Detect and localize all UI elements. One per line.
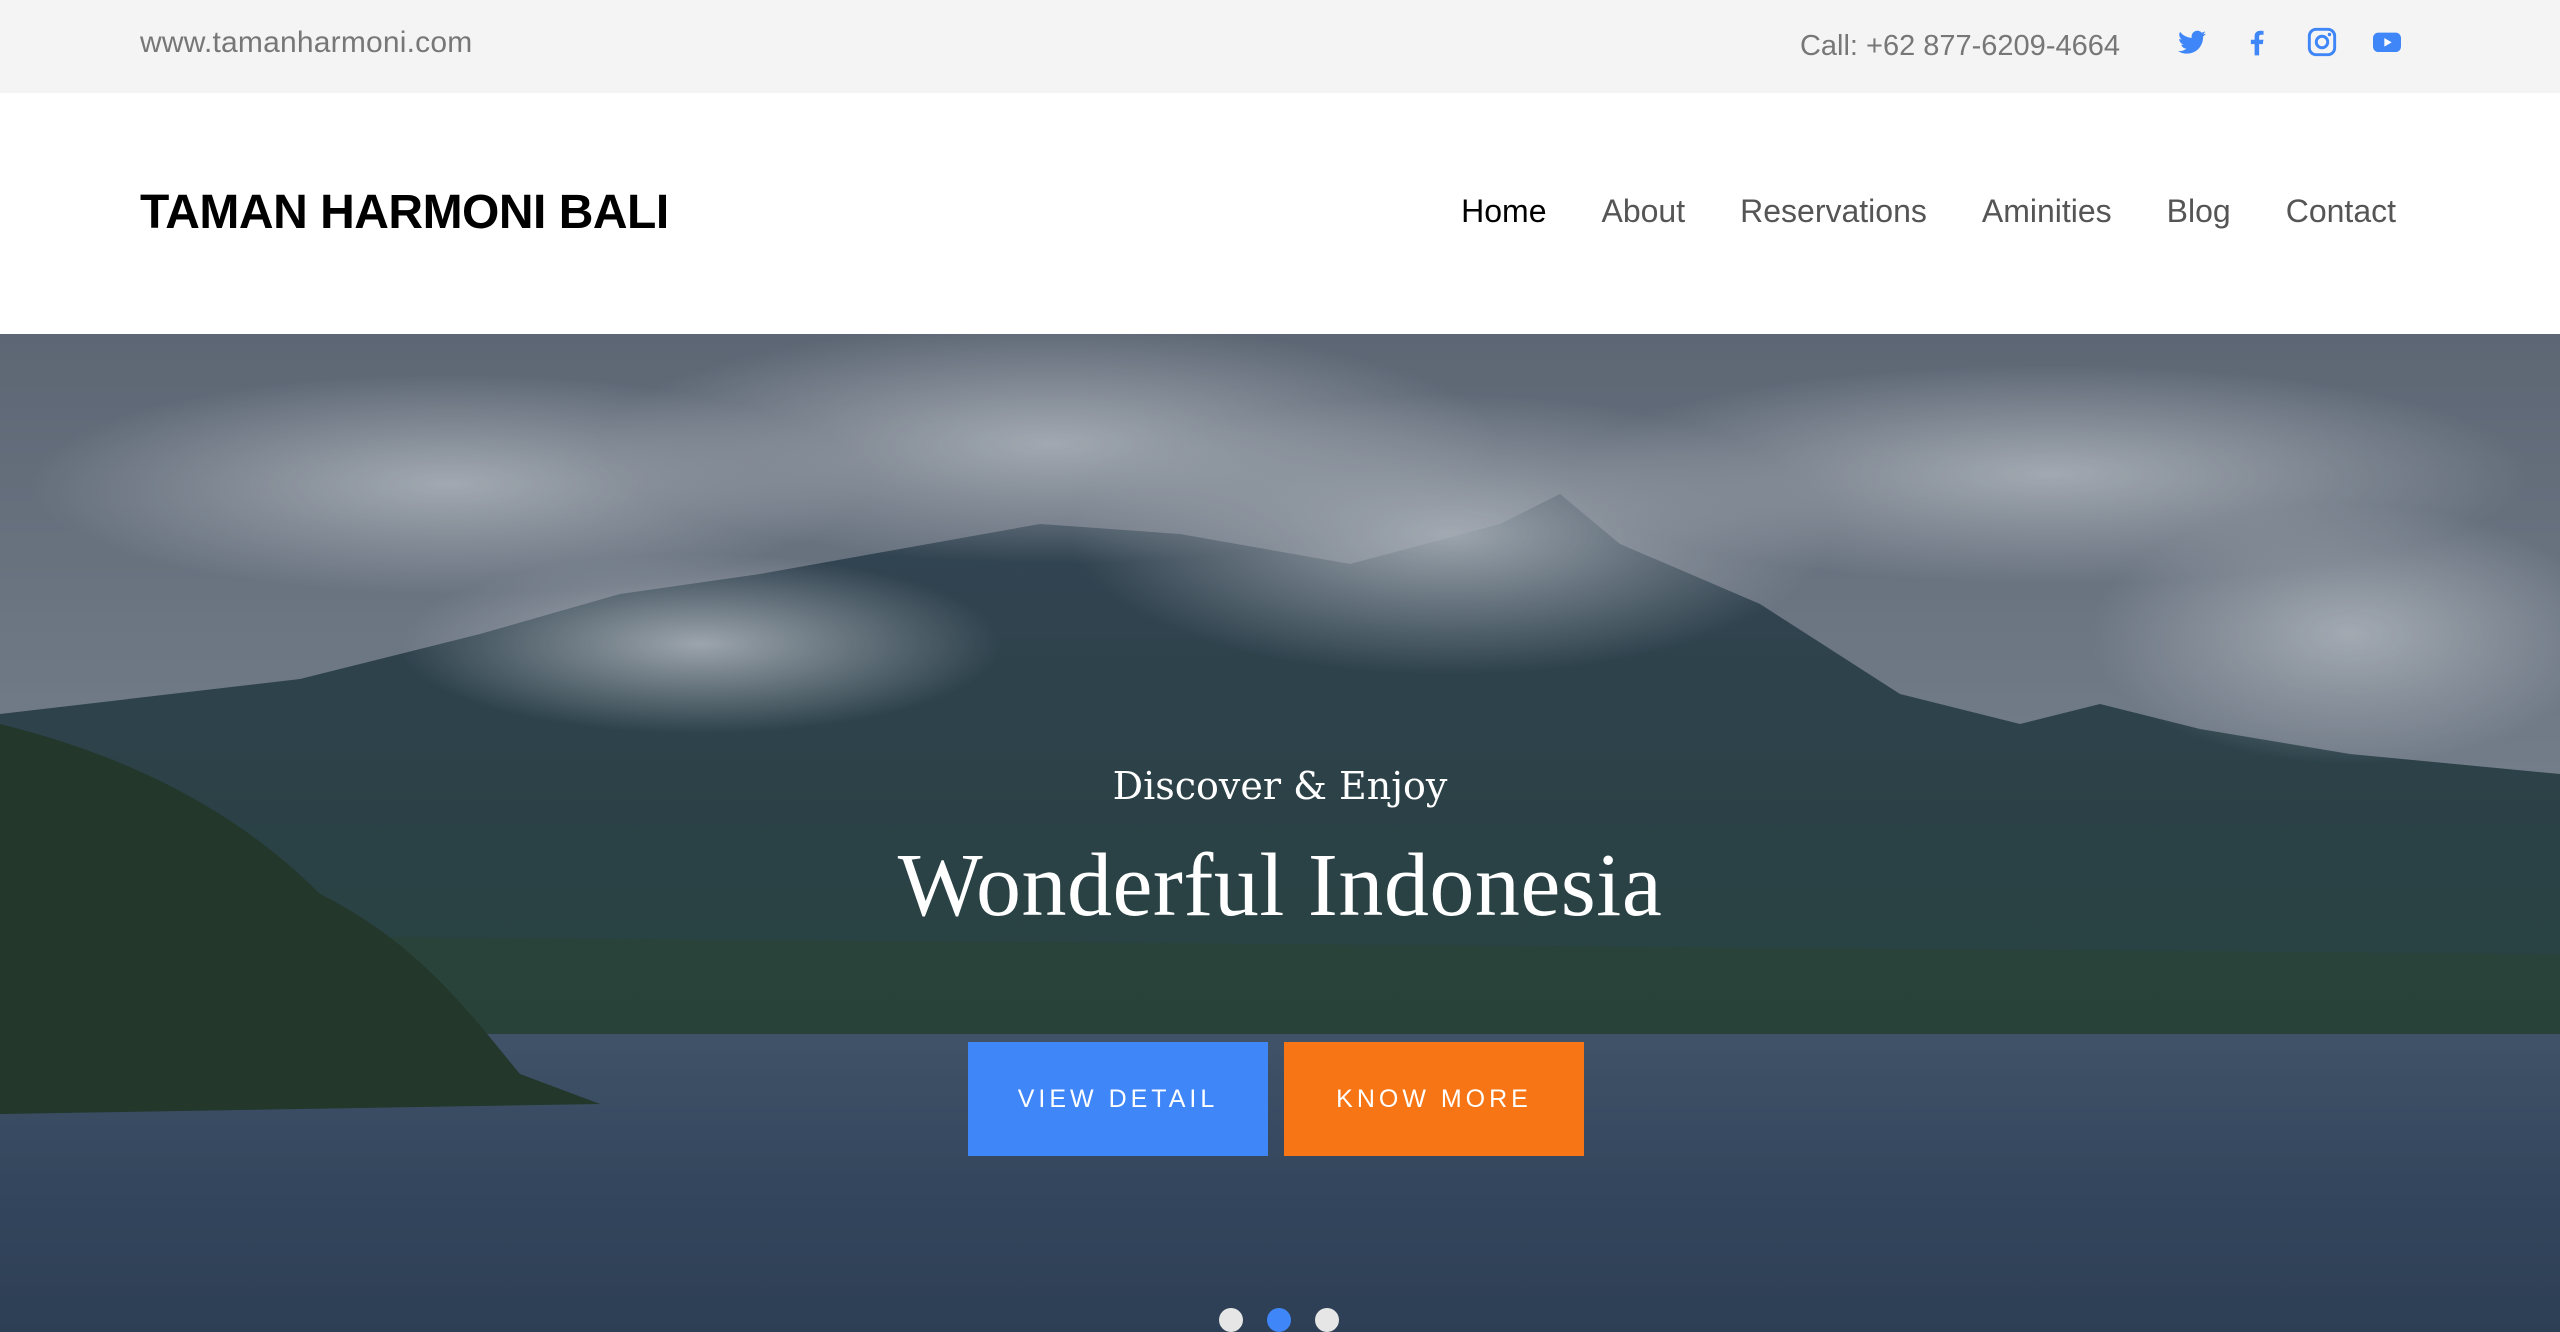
nav-item-contact[interactable]: Contact [2286, 193, 2396, 230]
youtube-icon[interactable] [2371, 26, 2403, 58]
nav-item-blog[interactable]: Blog [2167, 193, 2231, 230]
nav-item-about[interactable]: About [1601, 193, 1685, 230]
view-detail-button[interactable]: VIEW DETAIL [968, 1042, 1268, 1156]
hero-overlay [0, 334, 2560, 1332]
site-url[interactable]: www.tamanharmoni.com [140, 26, 472, 60]
twitter-icon[interactable] [2176, 26, 2208, 58]
hero-subtitle: Discover & Enjoy [1112, 764, 1448, 808]
instagram-icon[interactable] [2306, 26, 2338, 58]
hero-slider: Discover & Enjoy Wonderful Indonesia VIE… [0, 334, 2560, 1332]
phone-number[interactable]: Call: +62 877-6209-4664 [1800, 30, 2120, 63]
main-nav: Home About Reservations Aminities Blog C… [1461, 193, 2396, 230]
top-bar: www.tamanharmoni.com Call: +62 877-6209-… [0, 0, 2560, 93]
facebook-icon[interactable] [2241, 26, 2273, 58]
nav-item-reservations[interactable]: Reservations [1740, 193, 1927, 230]
slider-dot-1[interactable] [1219, 1308, 1243, 1332]
slider-pagination [1219, 1308, 1339, 1332]
social-links [2176, 26, 2403, 58]
nav-item-aminities[interactable]: Aminities [1982, 193, 2112, 230]
slider-dot-2[interactable] [1267, 1308, 1291, 1332]
hero-title: Wonderful Indonesia [897, 836, 1663, 935]
slider-dot-3[interactable] [1315, 1308, 1339, 1332]
nav-item-home[interactable]: Home [1461, 193, 1546, 230]
main-header: TAMAN HARMONI BALI Home About Reservatio… [0, 93, 2560, 334]
know-more-button[interactable]: KNOW MORE [1284, 1042, 1584, 1156]
brand-logo[interactable]: TAMAN HARMONI BALI [140, 185, 669, 240]
